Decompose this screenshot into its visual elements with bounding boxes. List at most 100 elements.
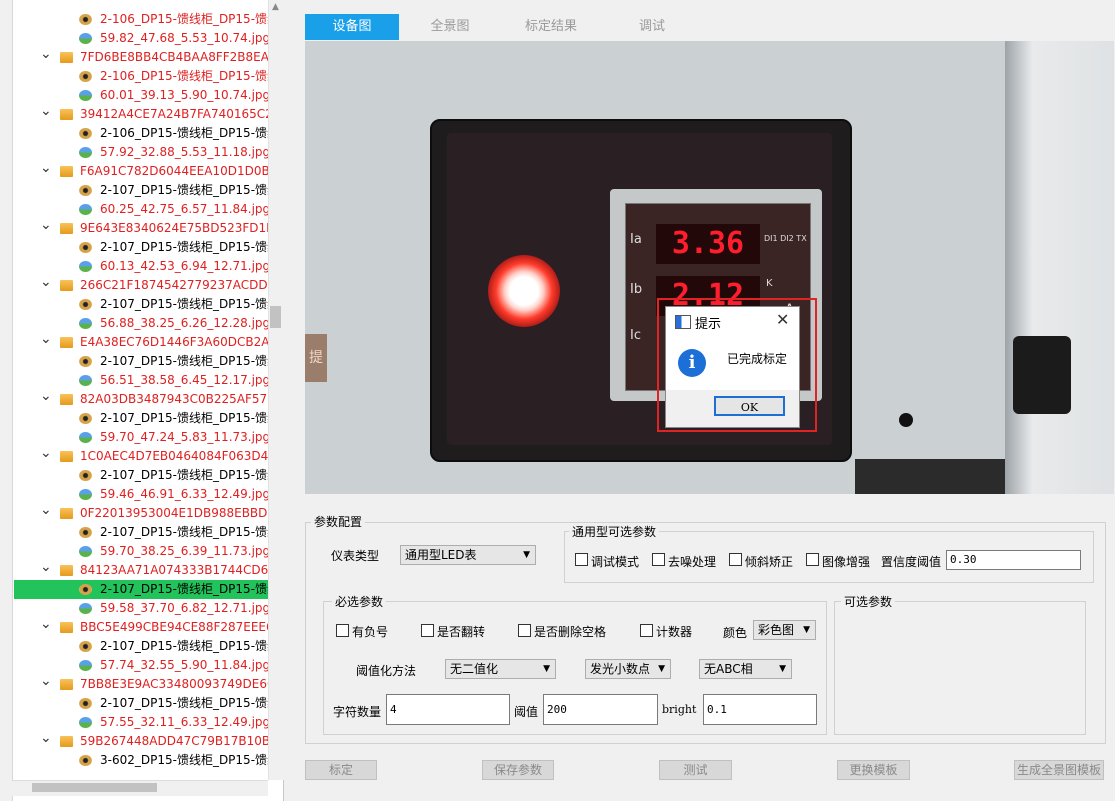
chevron-down-icon[interactable]: ⌄ <box>40 732 52 748</box>
chevron-down-icon[interactable]: ⌄ <box>40 219 52 235</box>
chevron-down-icon[interactable]: ⌄ <box>40 675 52 691</box>
tree-file-item[interactable]: 56.88_38.25_6.26_12.28.jpg <box>12 314 268 333</box>
tree-item-label: 266C21F1874542779237ACDD18 <box>80 278 268 292</box>
door-hinge <box>1013 336 1071 414</box>
tree-folder-item[interactable]: ⌄ 266C21F1874542779237ACDD18 <box>12 276 268 295</box>
folder-icon <box>60 223 73 234</box>
tree-file-item[interactable]: 2-107_DP15-馈线柜_DP15-馈线 <box>12 352 268 371</box>
chevron-down-icon[interactable]: ⌄ <box>40 48 52 64</box>
tree-file-item[interactable]: 2-106_DP15-馈线柜_DP15-馈线 <box>12 10 268 29</box>
color-select[interactable]: 彩色图 ▼ <box>753 620 816 640</box>
tree-file-item[interactable]: 60.13_42.53_6.94_12.71.jpg <box>12 257 268 276</box>
tree-file-item[interactable]: 2-107_DP15-馈线柜_DP15-馈线 <box>12 466 268 485</box>
tree-folder-item[interactable]: ⌄ 39412A4CE7A24B7FA740165C2E <box>12 105 268 124</box>
tree-file-item[interactable]: 59.70_38.25_6.39_11.73.jpg <box>12 542 268 561</box>
tab-device-image[interactable]: 设备图 <box>305 14 399 40</box>
tree-file-item[interactable]: 2-107_DP15-馈线柜_DP15-馈线 <box>12 409 268 428</box>
tree-item-label: 82A03DB3487943C0B225AF57BC <box>80 392 268 406</box>
threshold-method-select[interactable]: 无二值化 ▼ <box>445 659 556 679</box>
chevron-down-icon[interactable]: ⌄ <box>40 561 52 577</box>
tab-panorama[interactable]: 全景图 <box>403 14 497 40</box>
image-enhance-checkbox[interactable] <box>806 553 819 566</box>
tree-item-label: 84123AA71A074333B1744CD6ED <box>80 563 268 577</box>
tree-file-item[interactable]: 57.55_32.11_6.33_12.49.jpg <box>12 713 268 732</box>
decimal-point-select[interactable]: 发光小数点 ▼ <box>585 659 671 679</box>
tree-file-item[interactable]: 2-107_DP15-馈线柜_DP15-馈线 <box>12 637 268 656</box>
tree-file-item[interactable]: 2-107_DP15-馈线柜_DP15-馈线 <box>12 295 268 314</box>
info-dialog[interactable]: 提示 ✕ i 已完成标定 OK <box>665 306 800 428</box>
calibrate-button[interactable]: 标定 <box>305 760 377 780</box>
confidence-input[interactable]: 0.30 <box>946 550 1081 570</box>
tree-file-item[interactable]: 59.82_47.68_5.53_10.74.jpg <box>12 29 268 48</box>
char-count-input[interactable]: 4 <box>386 694 510 725</box>
replace-template-button[interactable]: 更换模板 <box>837 760 910 780</box>
tree-file-item[interactable]: 56.51_38.58_6.45_12.17.jpg <box>12 371 268 390</box>
tree-file-item[interactable]: 59.70_47.24_5.83_11.73.jpg <box>12 428 268 447</box>
gear-icon <box>79 185 92 196</box>
chevron-down-icon[interactable]: ⌄ <box>40 333 52 349</box>
test-button[interactable]: 测试 <box>659 760 732 780</box>
chevron-down-icon[interactable]: ⌄ <box>40 162 52 178</box>
chevron-down-icon[interactable]: ⌄ <box>40 276 52 292</box>
tree-folder-item[interactable]: ⌄ 9E643E8340624E75BD523FD1E1 <box>12 219 268 238</box>
tree-file-item[interactable]: 2-106_DP15-馈线柜_DP15-馈线 <box>12 67 268 86</box>
meter-label-ic: Ic <box>630 328 641 343</box>
tree-folder-item[interactable]: ⌄ 59B267448ADD47C79B17B10B6E <box>12 732 268 751</box>
tree-file-item[interactable]: 59.58_37.70_6.82_12.71.jpg <box>12 599 268 618</box>
tree-file-item[interactable]: 60.25_42.75_6.57_11.84.jpg <box>12 200 268 219</box>
chevron-down-icon: ▼ <box>803 625 810 635</box>
chevron-down-icon[interactable]: ⌄ <box>40 105 52 121</box>
tree-file-item[interactable]: 3-602_DP15-馈线柜_DP15-馈线 <box>12 751 268 770</box>
flip-checkbox[interactable] <box>421 624 434 637</box>
bright-input[interactable]: 0.1 <box>703 694 817 725</box>
generate-panorama-template-button[interactable]: 生成全景图模板 <box>1014 760 1104 780</box>
tree-file-item[interactable]: 60.01_39.13_5.90_10.74.jpg <box>12 86 268 105</box>
tree-folder-item[interactable]: ⌄ 1C0AEC4D7EB0464084F063D421 <box>12 447 268 466</box>
chevron-down-icon[interactable]: ⌄ <box>40 447 52 463</box>
tree-file-item[interactable]: 2-107_DP15-馈线柜_DP15-馈线 <box>12 181 268 200</box>
tree-folder-item[interactable]: ⌄ 84123AA71A074333B1744CD6ED <box>12 561 268 580</box>
debug-mode-checkbox[interactable] <box>575 553 588 566</box>
chevron-down-icon[interactable]: ⌄ <box>40 390 52 406</box>
image-icon <box>79 204 92 215</box>
tree-file-item[interactable]: 57.92_32.88_5.53_11.18.jpg <box>12 143 268 162</box>
scroll-up-icon[interactable]: ▲ <box>268 2 283 12</box>
tab-debug[interactable]: 调试 <box>605 14 699 40</box>
remove-spaces-checkbox[interactable] <box>518 624 531 637</box>
tree-folder-item[interactable]: ⌄ 0F22013953004E1DB988EBBD57 <box>12 504 268 523</box>
abc-phase-select[interactable]: 无ABC相 ▼ <box>699 659 792 679</box>
meter-type-select[interactable]: 通用型LED表 ▼ <box>400 545 536 565</box>
tree-item-label: 56.88_38.25_6.26_12.28.jpg <box>100 316 268 330</box>
chevron-down-icon[interactable]: ⌄ <box>40 504 52 520</box>
tab-calibration-result[interactable]: 标定结果 <box>501 14 601 40</box>
tree-folder-item[interactable]: ⌄ 7BB8E3E9AC33480093749DE60F <box>12 675 268 694</box>
tree-folder-item[interactable]: ⌄ BBC5E499CBE94CE88F287EEE64 <box>12 618 268 637</box>
save-params-button[interactable]: 保存参数 <box>482 760 554 780</box>
tree-item-label: E4A38EC76D1446F3A60DCB2A7A <box>80 335 268 349</box>
tree-vertical-scrollbar[interactable] <box>268 0 284 780</box>
denoise-checkbox[interactable] <box>652 553 665 566</box>
tree-file-item[interactable]: 2-107_DP15-馈线柜_DP15-馈线 <box>12 694 268 713</box>
close-icon[interactable]: ✕ <box>776 310 789 329</box>
folder-icon <box>60 508 73 519</box>
has-negative-checkbox[interactable] <box>336 624 349 637</box>
counter-checkbox[interactable] <box>640 624 653 637</box>
threshold-input[interactable]: 200 <box>543 694 658 725</box>
tree-file-item[interactable]: 57.74_32.55_5.90_11.84.jpg <box>12 656 268 675</box>
tilt-correct-checkbox[interactable] <box>729 553 742 566</box>
tree-folder-item[interactable]: ⌄ F6A91C782D6044EEA10D1D0BB2 <box>12 162 268 181</box>
tree-file-item[interactable]: 2-106_DP15-馈线柜_DP15-馈线 <box>12 124 268 143</box>
tree-vertical-scroll-thumb[interactable] <box>270 306 281 328</box>
tree-folder-item[interactable]: ⌄ 7FD6BE8BB4CB4BAA8FF2B8EAFF <box>12 48 268 67</box>
tree-file-item[interactable]: 2-107_DP15-馈线柜_DP15-馈线 <box>12 580 268 599</box>
chevron-down-icon[interactable]: ⌄ <box>40 618 52 634</box>
tree-file-item[interactable]: 2-107_DP15-馈线柜_DP15-馈线 <box>12 523 268 542</box>
dialog-titlebar[interactable]: 提示 ✕ <box>666 307 799 335</box>
tree-file-item[interactable]: 2-107_DP15-馈线柜_DP15-馈线 <box>12 238 268 257</box>
tree-horizontal-scroll-thumb[interactable] <box>32 783 157 792</box>
tree-folder-item[interactable]: ⌄ E4A38EC76D1446F3A60DCB2A7A <box>12 333 268 352</box>
tree-file-item[interactable]: 59.46_46.91_6.33_12.49.jpg <box>12 485 268 504</box>
ok-button[interactable]: OK <box>714 396 785 416</box>
tree-item-label: 2-107_DP15-馈线柜_DP15-馈线 <box>100 183 268 197</box>
tree-folder-item[interactable]: ⌄ 82A03DB3487943C0B225AF57BC <box>12 390 268 409</box>
